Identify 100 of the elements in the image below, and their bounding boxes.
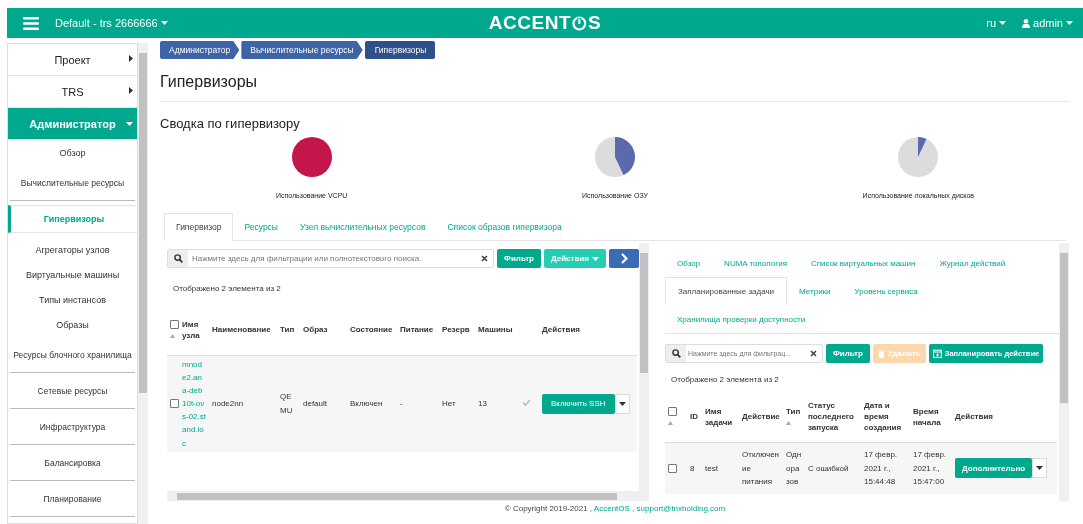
column-header[interactable]: Резерв <box>439 305 475 355</box>
tab[interactable]: Уровень сервиса <box>842 277 930 305</box>
table-cell: QEMU <box>277 355 300 452</box>
caret-icon <box>592 256 599 261</box>
product-link[interactable]: AccentOS <box>593 504 630 513</box>
column-header[interactable]: Тип <box>277 305 300 355</box>
filter-button[interactable]: Фильтр <box>497 249 541 268</box>
search-icon <box>671 349 681 358</box>
user-menu[interactable]: admin <box>1022 17 1073 29</box>
scrollbar[interactable] <box>1059 243 1069 501</box>
table-cell: test <box>702 442 739 494</box>
breadcrumb-item[interactable]: Вычислительные ресурсы <box>241 41 363 59</box>
tab[interactable]: NUMA топология <box>712 249 799 277</box>
scrollbar[interactable] <box>639 243 649 501</box>
sidebar-item[interactable]: Сетевые ресурсы <box>10 373 135 409</box>
more-button[interactable]: Дополнительно <box>955 458 1033 479</box>
logo: ACCENT S <box>488 12 602 34</box>
caret-icon <box>160 21 168 25</box>
sidebar-item[interactable]: Инфраструктура <box>10 409 135 445</box>
column-header[interactable]: Имя узла <box>179 305 209 355</box>
table-cell: 13 <box>475 355 519 452</box>
column-header[interactable]: Питание <box>397 305 439 355</box>
column-header[interactable]: Образ <box>300 305 347 355</box>
caret-icon <box>1036 466 1044 471</box>
arrow-right-icon <box>129 87 133 94</box>
table-cell: Отключение питания <box>739 442 783 494</box>
column-header: Действия <box>952 392 1057 442</box>
sidebar-item[interactable]: Вычислительные ресурсы <box>10 165 135 201</box>
sort-icon[interactable] <box>170 333 175 338</box>
sidebar-item[interactable]: Обзор <box>8 140 137 165</box>
tab[interactable]: Запланированные задачи <box>665 277 788 305</box>
user-icon <box>1022 18 1031 28</box>
sidebar-item[interactable]: Виртуальные машины <box>8 262 137 287</box>
column-header[interactable]: Состояние <box>347 305 397 355</box>
language-selector[interactable]: ru <box>986 17 1007 29</box>
sidebar-item[interactable]: Агрегаторы узлов <box>8 237 137 262</box>
column-header: Действие <box>739 392 783 442</box>
table-cell: Одноразов <box>783 442 805 494</box>
item-count: Отображено 2 элемента из 2 <box>173 284 282 293</box>
tab[interactable]: Ресурсы <box>233 213 289 240</box>
dropdown-toggle[interactable] <box>1032 458 1048 479</box>
email-link[interactable]: support@tnxholding.com <box>636 504 726 513</box>
search-icon <box>173 254 183 263</box>
checkbox[interactable] <box>668 406 677 416</box>
sidebar-item[interactable]: Проект <box>8 44 137 76</box>
sidebar-item[interactable]: Администратор <box>8 108 137 140</box>
clear-icon[interactable] <box>481 255 489 262</box>
chevron-right-icon <box>620 253 628 264</box>
scrollbar[interactable] <box>138 43 148 524</box>
table-cell: С ошибкой <box>805 442 861 494</box>
tab[interactable]: Узел вычислительных ресурсов <box>288 213 437 240</box>
breadcrumb-item[interactable]: Администратор <box>160 41 240 59</box>
caret-icon <box>126 122 133 126</box>
pie-chart <box>291 137 332 177</box>
table-cell: node2nn <box>209 355 277 452</box>
clear-icon[interactable] <box>810 350 817 357</box>
sidebar-item[interactable]: Планирование <box>10 481 135 517</box>
tab[interactable]: Обзор <box>665 249 713 277</box>
pie-chart <box>898 137 939 177</box>
table-cell: 17 февр. 2021 г., 15:44:48 <box>861 442 910 494</box>
breadcrumb-item[interactable]: Гипервизоры <box>364 41 436 59</box>
caret-icon <box>999 21 1007 25</box>
sidebar-item[interactable]: Образы <box>8 312 137 337</box>
sidebar-item[interactable]: Балансировка <box>10 445 135 481</box>
tab[interactable]: Хранилища проверки доступности <box>665 305 818 333</box>
column-header: Статус последнего запуска <box>805 392 861 442</box>
checkbox[interactable] <box>170 319 179 329</box>
tab[interactable]: Журнал действий <box>927 249 1018 277</box>
checkbox[interactable] <box>170 399 179 409</box>
sort-icon[interactable] <box>786 420 791 425</box>
column-header[interactable]: Тип <box>783 392 805 442</box>
table-cell: - <box>397 355 439 452</box>
next-button[interactable] <box>609 249 639 268</box>
menu-icon[interactable] <box>23 16 39 30</box>
section-title: Сводка по гипервизору <box>160 116 301 131</box>
column-header: Дата и время создания <box>861 392 910 442</box>
filter-button[interactable]: Фильтр <box>826 344 870 363</box>
column-header[interactable]: Наименование <box>209 305 277 355</box>
trash-icon <box>877 349 885 358</box>
caret-icon <box>618 401 626 406</box>
column-header: Время начала <box>910 392 952 442</box>
enable-ssh-button[interactable]: Включить SSH <box>542 393 615 414</box>
scrollbar[interactable] <box>167 491 639 501</box>
sort-icon[interactable] <box>668 420 673 425</box>
table-cell: 8 <box>687 442 702 494</box>
tab[interactable]: Гипервизор <box>164 213 234 241</box>
checkbox[interactable] <box>668 464 677 474</box>
sidebar-item[interactable]: Типы инстансов <box>8 287 137 312</box>
table-cell: Нет <box>439 355 475 452</box>
search-field[interactable]: Нажмите здесь для фильтрации или полнотекстового поиска. <box>167 249 495 268</box>
tab[interactable]: Метрики <box>787 277 843 305</box>
column-header: ID <box>687 392 702 442</box>
table-cell: default <box>300 355 347 452</box>
sidebar-item[interactable]: Ресурсы блочного хранилища <box>10 337 135 373</box>
tab[interactable]: Список образов гипервизора <box>436 213 573 240</box>
caret-icon <box>1066 21 1073 25</box>
tab[interactable]: Список виртуальных машин <box>799 249 928 277</box>
power-icon <box>572 15 587 31</box>
column-header[interactable]: Машины <box>475 305 519 355</box>
project-selector[interactable]: Default - trs 2666666 <box>55 17 168 29</box>
